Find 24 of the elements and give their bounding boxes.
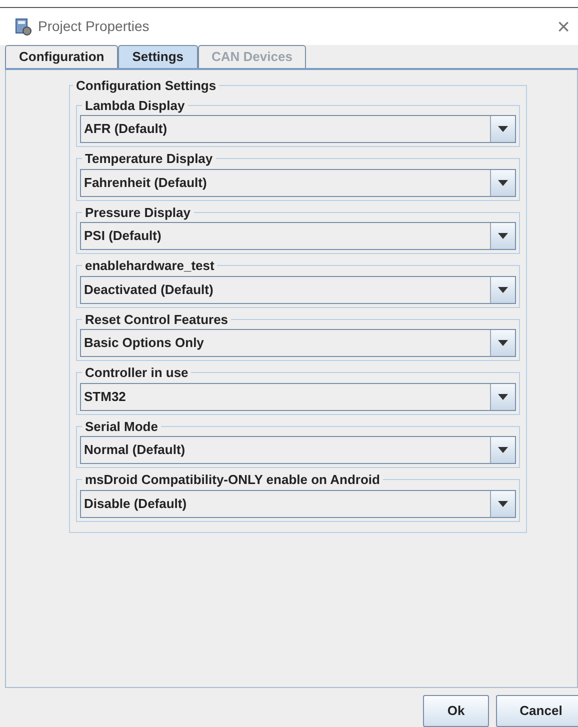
dropdown-arrow-icon <box>498 447 508 453</box>
close-button[interactable]: × <box>553 16 574 38</box>
dialog-button[interactable]: Cancel <box>496 695 578 727</box>
dropdown-arrow-icon <box>498 233 508 239</box>
dropdown-arrow-icon <box>498 340 508 346</box>
tab[interactable]: Configuration <box>5 45 118 68</box>
setting-label: Temperature Display <box>84 150 214 168</box>
dropdown-arrow-icon <box>498 286 508 292</box>
tab[interactable]: Settings <box>118 45 198 68</box>
setting-label: enablehardware_test <box>84 257 216 275</box>
window-title: Project Properties <box>38 17 150 36</box>
setting-label: Reset Control Features <box>84 310 230 328</box>
group-title: Configuration Settings <box>75 77 218 95</box>
setting-label: msDroid Compatibility-ONLY enable on Android <box>84 471 381 489</box>
dropdown-arrow-icon <box>498 126 508 132</box>
dropdown-arrow-icon <box>498 394 508 400</box>
dialog-button[interactable]: Ok <box>423 695 489 727</box>
setting-label: Serial Mode <box>84 418 159 436</box>
project-icon <box>14 18 32 36</box>
setting-label: Controller in use <box>84 364 190 382</box>
dropdown-arrow-icon <box>498 500 508 506</box>
dropdown-arrow-icon <box>498 180 508 186</box>
setting-label: Lambda Display <box>84 96 186 115</box>
setting-label: Pressure Display <box>84 204 192 222</box>
